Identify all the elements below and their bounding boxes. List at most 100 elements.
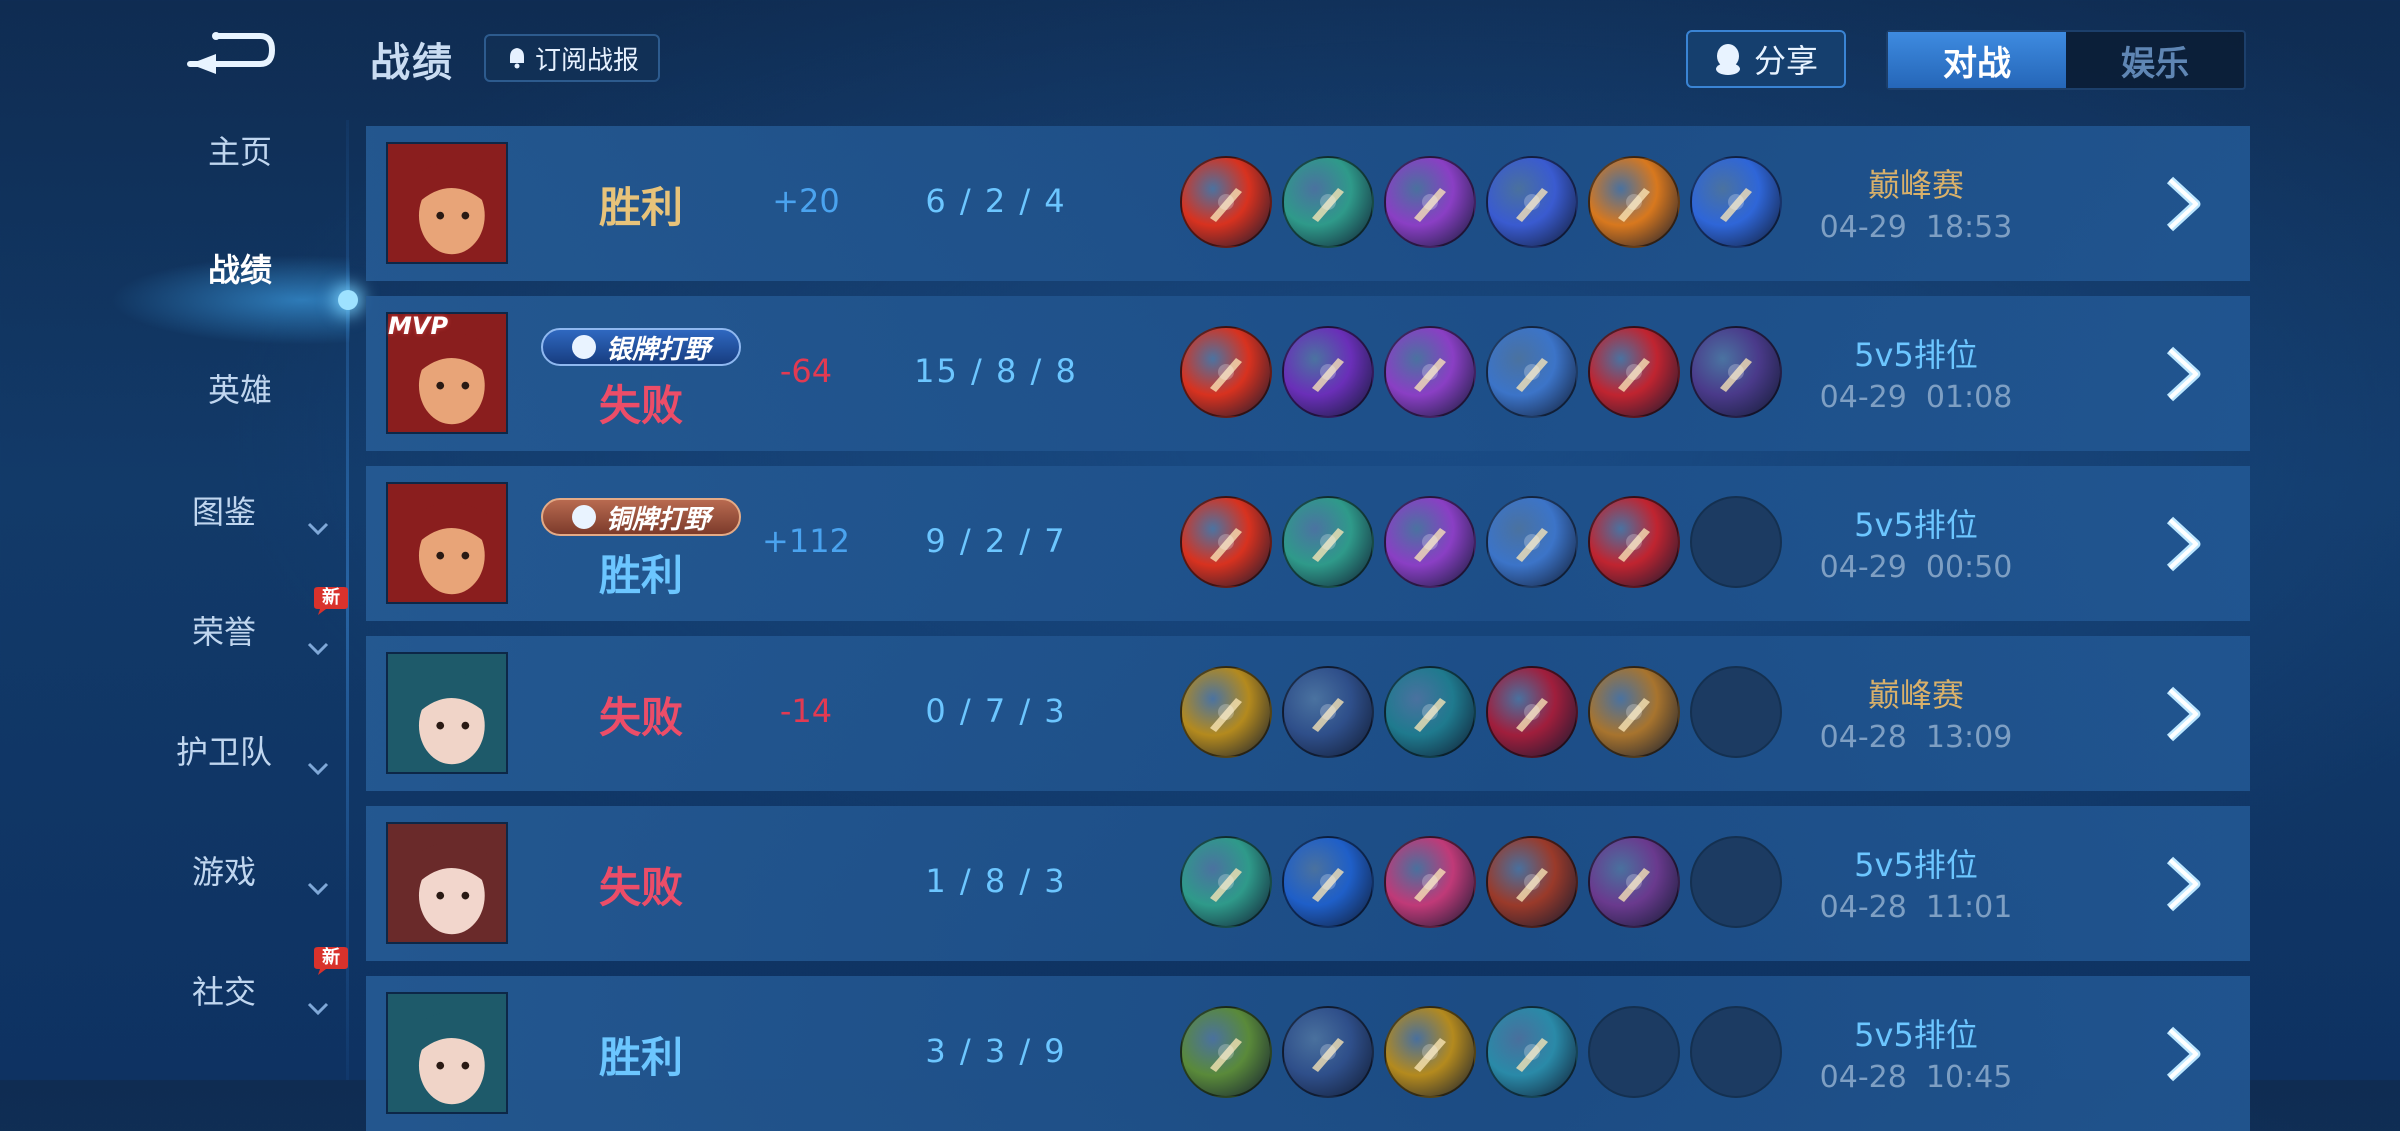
equipment-list <box>1180 666 1782 758</box>
page-title: 战绩 <box>370 40 454 86</box>
match-mode: 巅峰赛 <box>1867 166 1964 204</box>
match-kda: 15 / 8 / 8 <box>914 352 1078 390</box>
empty-item-slot <box>1690 1006 1782 1098</box>
match-result: 失败 <box>598 863 683 912</box>
new-badge-label: 新 <box>322 947 340 968</box>
sidebar-item-0[interactable]: 主页 <box>150 120 330 180</box>
trident-blue-icon <box>1690 156 1782 248</box>
blade-orange-icon <box>1588 156 1680 248</box>
empty-item-slot <box>1690 836 1782 928</box>
orb-blue-icon <box>1282 836 1374 928</box>
match-row[interactable]: 胜利 +20 6 / 2 / 4 巅峰赛 04-29 18:53 <box>366 126 2250 281</box>
crate-wood-icon <box>1588 666 1680 758</box>
match-result: 胜利 <box>598 1033 683 1082</box>
scythe-teal-icon <box>1384 666 1476 758</box>
back-button[interactable] <box>178 30 278 82</box>
match-kda: 3 / 3 / 9 <box>925 1032 1067 1070</box>
rank-badge-label: 铜牌打野 <box>605 504 710 535</box>
chevron-right-icon[interactable] <box>2162 1024 2208 1084</box>
hero-portrait <box>386 822 508 944</box>
spear-purple-icon <box>1282 326 1374 418</box>
empty-item-slot <box>1690 666 1782 758</box>
qq-penguin-icon <box>1715 44 1740 75</box>
chevron-right-icon[interactable] <box>2162 344 2208 404</box>
hero-white-hair-icon <box>388 824 506 942</box>
sidebar-item-4[interactable]: 荣誉 <box>134 600 314 660</box>
match-result: 失败 <box>598 693 683 742</box>
match-result: 胜利 <box>598 551 683 600</box>
back-arrow-icon <box>187 32 276 74</box>
match-mode: 巅峰赛 <box>1867 676 1964 714</box>
halberd-blue-icon <box>1486 326 1578 418</box>
book-red-icon <box>1486 836 1578 928</box>
match-result: 胜利 <box>598 183 683 232</box>
hood-red-icon <box>1486 666 1578 758</box>
sword-red-icon <box>1180 156 1272 248</box>
sword-red-icon <box>1180 326 1272 418</box>
match-time: 04-29 18:53 <box>1819 210 2013 245</box>
match-time: 04-29 01:08 <box>1819 380 2013 415</box>
sidebar-item-3[interactable]: 图鉴 <box>134 480 314 540</box>
match-time: 04-28 13:09 <box>1819 720 2013 755</box>
chevron-down-icon <box>307 762 329 776</box>
hero-portrait <box>386 652 508 774</box>
chevron-right-icon[interactable] <box>2162 684 2208 744</box>
empty-item-slot <box>1588 1006 1680 1098</box>
axe-purple-icon <box>1384 326 1476 418</box>
match-row[interactable]: 失败 -14 0 / 7 / 3 巅峰赛 04-28 13:09 <box>366 636 2250 791</box>
match-row[interactable]: 胜利 3 / 3 / 9 5v5排位 04-28 10:45 <box>366 976 2250 1131</box>
match-points: -64 <box>779 352 833 390</box>
sidebar-item-7[interactable]: 社交 <box>134 960 314 1020</box>
subscribe-report-button[interactable]: 订阅战报 <box>484 34 660 82</box>
match-kda: 6 / 2 / 4 <box>925 182 1067 220</box>
rank-swirl-icon <box>571 505 596 529</box>
rank-badge-label: 银牌打野 <box>605 334 710 365</box>
match-row[interactable]: MVP 银牌打野 失败 -64 15 / 8 / 8 5v5排位 04-29 01:08 <box>366 296 2250 451</box>
equipment-list <box>1180 496 1782 588</box>
boots-green-icon <box>1180 836 1272 928</box>
subscribe-label: 订阅战报 <box>534 45 639 76</box>
match-mode: 5v5排位 <box>1854 846 1978 884</box>
amulet-teal-icon <box>1486 1006 1578 1098</box>
chevron-right-icon[interactable] <box>2162 514 2208 574</box>
mode-tabs: 对战 娱乐 <box>1886 30 2246 90</box>
match-mode: 5v5排位 <box>1854 1016 1978 1054</box>
sidebar-item-5[interactable]: 护卫队 <box>134 720 314 780</box>
tab-entertainment[interactable]: 娱乐 <box>2066 32 2244 88</box>
chevron-down-icon <box>307 882 329 896</box>
rank-badge: 铜牌打野 <box>541 498 741 536</box>
hero-portrait <box>386 992 508 1114</box>
scroll-green-icon <box>1180 1006 1272 1098</box>
match-kda: 9 / 2 / 7 <box>925 522 1067 560</box>
hero-red-hat-icon <box>388 484 506 602</box>
new-badge-label: 新 <box>322 587 340 608</box>
match-time: 04-28 10:45 <box>1819 1060 2013 1095</box>
axe-purple-icon <box>1384 156 1476 248</box>
boots-green-icon <box>1282 496 1374 588</box>
helmet-gold-icon <box>1384 1006 1476 1098</box>
tab-battle[interactable]: 对战 <box>1888 32 2066 88</box>
chevron-down-icon <box>307 522 329 536</box>
match-mode: 5v5排位 <box>1854 506 1978 544</box>
sidebar-item-6[interactable]: 游戏 <box>134 840 314 900</box>
equipment-list <box>1180 1006 1782 1098</box>
match-result: 失败 <box>598 381 683 430</box>
helmet-gold-icon <box>1180 666 1272 758</box>
match-points: +20 <box>772 182 840 220</box>
chevron-down-icon <box>307 642 329 656</box>
sidebar-item-1[interactable]: 战绩 <box>150 238 330 298</box>
share-label: 分享 <box>1753 42 1818 80</box>
sidebar-item-2[interactable]: 英雄 <box>150 358 330 418</box>
armor-dark-icon <box>1690 326 1782 418</box>
share-button[interactable]: 分享 <box>1686 30 1846 88</box>
match-row[interactable]: 失败 1 / 8 / 3 5v5排位 04-28 11:01 <box>366 806 2250 961</box>
empty-item-slot <box>1690 496 1782 588</box>
chevron-right-icon[interactable] <box>2162 854 2208 914</box>
gauntlet-pink-icon <box>1384 836 1476 928</box>
hero-portrait <box>386 142 508 264</box>
chevron-right-icon[interactable] <box>2162 174 2208 234</box>
boots-blue-icon <box>1282 1006 1374 1098</box>
hero-teal-hair-icon <box>388 654 506 772</box>
match-row[interactable]: 铜牌打野 胜利 +112 9 / 2 / 7 5v5排位 04-29 00:50 <box>366 466 2250 621</box>
equipment-list <box>1180 156 1782 248</box>
